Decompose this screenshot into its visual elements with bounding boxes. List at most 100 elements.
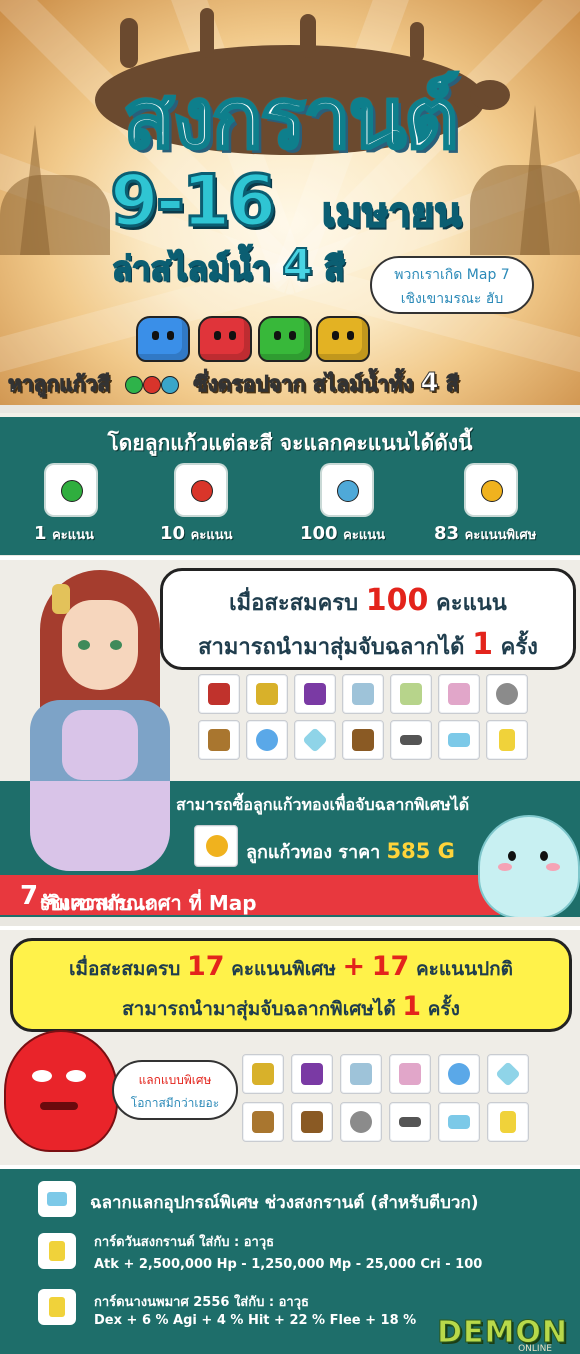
ticket-icon xyxy=(47,1192,67,1206)
line-text: ครั้ง xyxy=(500,635,538,660)
points-unit: คะแนน xyxy=(190,528,233,543)
special-prize-item[interactable] xyxy=(487,1054,529,1094)
collect-mid: ซึ่งดรอปจาก สไลม์น้ำทั้ง xyxy=(193,372,414,397)
speech-line-2: เชิงเขามรณะ ฮับ xyxy=(400,291,504,307)
line-text: ครั้ง xyxy=(427,998,460,1020)
gold-price-line: ลูกแก้วทอง ราคา 585 G xyxy=(246,837,455,866)
line-text: คะแนนปกติ xyxy=(415,958,514,980)
collect-instruction: หาลูกแก้วสี ซึ่งดรอปจาก สไลม์น้ำทั้ง 4 ส… xyxy=(7,368,578,401)
special-prize-item[interactable] xyxy=(291,1102,333,1142)
blue-gem-slot xyxy=(322,465,372,515)
ticket-icon xyxy=(448,1115,470,1129)
special-prize-item[interactable] xyxy=(340,1102,382,1142)
points-title: โดยลูกแก้วแต่ละสี จะแลกคะแนนได้ดังนี้ xyxy=(107,431,473,455)
blue-orb-icon xyxy=(256,729,278,751)
line-text: คะแนน xyxy=(436,591,507,616)
special-prize-item[interactable] xyxy=(487,1102,529,1142)
crystal-icon xyxy=(495,1061,521,1087)
green-gem-slot xyxy=(46,465,96,515)
speech-line-1: แลกแบบพิเศษ xyxy=(138,1073,212,1087)
special-line-1: เมื่อสะสมครบ 17 คะแนนพิเศษ + 17 คะแนนปกต… xyxy=(13,951,569,984)
quest-suffix: เชิงเขามรณะ xyxy=(40,891,156,915)
red-devil-mascot xyxy=(4,1030,118,1152)
gold-gem-section: สามารถซื้อลูกแก้วทองเพื่อจับฉลากพิเศษได้… xyxy=(0,781,580,917)
red-gem-icon xyxy=(142,376,161,394)
purple-figure-icon xyxy=(301,1063,323,1085)
lottery-line-1: เมื่อสะสมครบ 100 คะแนน xyxy=(163,583,573,620)
prize-item[interactable] xyxy=(198,720,240,760)
mascot-speech-bubble: แลกแบบพิเศษ โอกาสมีกว่าเยอะ xyxy=(112,1060,238,1120)
demon-online-logo-sub: ONLINE xyxy=(518,1344,552,1354)
noppamas-card-title: การ์ดนางนพมาศ 2556 ใส่กับ : อาวุธ xyxy=(94,1295,309,1310)
prize-item[interactable] xyxy=(390,720,432,760)
blue-gem-icon xyxy=(160,376,179,394)
quest-text: รับเควสกับ เกศา ที่ Map 7 เชิงเขามรณะ xyxy=(20,881,257,915)
prize-item[interactable] xyxy=(486,674,528,714)
points-section: โดยลูกแก้วแต่ละสี จะแลกคะแนนได้ดังนี้ 1 … xyxy=(0,413,580,555)
red-figure-icon xyxy=(208,683,230,705)
card-slot[interactable] xyxy=(38,1233,76,1269)
gift-box-icon xyxy=(252,1111,274,1133)
line-text: คะแนนพิเศษ xyxy=(231,958,336,980)
prize-item[interactable] xyxy=(342,674,384,714)
points-number: 1 xyxy=(34,523,47,544)
slime-speech-bubble: พวกเราเกิด Map 7 เชิงเขามรณะ ฮับ xyxy=(370,256,534,314)
gold-slime-icon xyxy=(316,316,370,362)
special-prize-item[interactable] xyxy=(242,1054,284,1094)
points-unit: คะแนน xyxy=(52,528,94,543)
quest-banner: รับเควสกับ เกศา ที่ Map 7 เชิงเขามรณะ xyxy=(0,875,500,915)
special-prize-item[interactable] xyxy=(340,1054,382,1094)
line-number: 17 xyxy=(371,951,410,982)
collect-number: 4 xyxy=(420,368,439,399)
scroll-blue-icon xyxy=(350,1063,372,1085)
prize-item[interactable] xyxy=(294,674,336,714)
gold-trophy-icon xyxy=(252,1063,274,1085)
points-number: 100 xyxy=(300,523,338,544)
songkran-card-stats: Atk + 2,500,000 Hp - 1,250,000 Mp - 25,0… xyxy=(94,1257,483,1272)
special-prize-item[interactable] xyxy=(438,1102,480,1142)
gold-gem-icon xyxy=(206,835,228,857)
prize-item[interactable] xyxy=(390,674,432,714)
gold-trophy-icon xyxy=(256,683,278,705)
yellow-card-icon xyxy=(49,1241,65,1261)
event-subtitle: ล่าสไลม์น้ำ 4 สี xyxy=(111,239,345,295)
yellow-card-icon xyxy=(49,1297,65,1317)
special-prize-item[interactable] xyxy=(291,1054,333,1094)
line-number: 1 xyxy=(402,991,422,1022)
scroll-blue-icon xyxy=(352,683,374,705)
prize-item[interactable] xyxy=(438,720,480,760)
ore-stone-icon xyxy=(350,1111,372,1133)
prize-item[interactable] xyxy=(438,674,480,714)
special-lottery-section: เมื่อสะสมครบ 17 คะแนนพิเศษ + 17 คะแนนปกต… xyxy=(0,926,580,1165)
special-prize-item[interactable] xyxy=(389,1102,431,1142)
coupon-slot[interactable] xyxy=(38,1181,76,1217)
speech-line-1: พวกเราเกิด Map 7 xyxy=(394,267,510,283)
card-slot[interactable] xyxy=(38,1289,76,1325)
gold-title: สามารถซื้อลูกแก้วทองเพื่อจับฉลากพิเศษได้ xyxy=(176,795,470,814)
line-text: สามารถนำมาสุ่มจับฉลากได้ xyxy=(198,635,465,660)
crystal-icon xyxy=(302,727,328,753)
scroll-green-icon xyxy=(400,683,422,705)
quest-map-number: 7 xyxy=(20,881,39,911)
speech-line-2: โอกาสมีกว่าเยอะ xyxy=(130,1096,220,1110)
points-unit: คะแนนพิเศษ xyxy=(464,528,537,543)
yellow-card-icon xyxy=(499,729,515,751)
red-gem-icon xyxy=(191,480,213,502)
prize-item[interactable] xyxy=(294,720,336,760)
prize-item[interactable] xyxy=(246,720,288,760)
noppamas-card-stats: Dex + 6 % Agi + 4 % Hit + 22 % Flee + 18… xyxy=(94,1313,417,1328)
special-prize-item[interactable] xyxy=(438,1054,480,1094)
songkran-card-title: การ์ดวันสงกรานต์ ใส่กับ : อาวุธ xyxy=(94,1235,275,1250)
special-prize-item[interactable] xyxy=(389,1054,431,1094)
scroll-pink-icon xyxy=(448,683,470,705)
points-value: 10 คะแนน xyxy=(160,523,232,545)
prize-item[interactable] xyxy=(198,674,240,714)
gold-gem-slot[interactable] xyxy=(194,825,238,867)
treasure-chest-icon xyxy=(301,1111,323,1133)
gold-gem-icon xyxy=(481,480,503,502)
purple-figure-icon xyxy=(304,683,326,705)
prize-item[interactable] xyxy=(246,674,288,714)
prize-item[interactable] xyxy=(342,720,384,760)
prize-item[interactable] xyxy=(486,720,528,760)
special-prize-item[interactable] xyxy=(242,1102,284,1142)
